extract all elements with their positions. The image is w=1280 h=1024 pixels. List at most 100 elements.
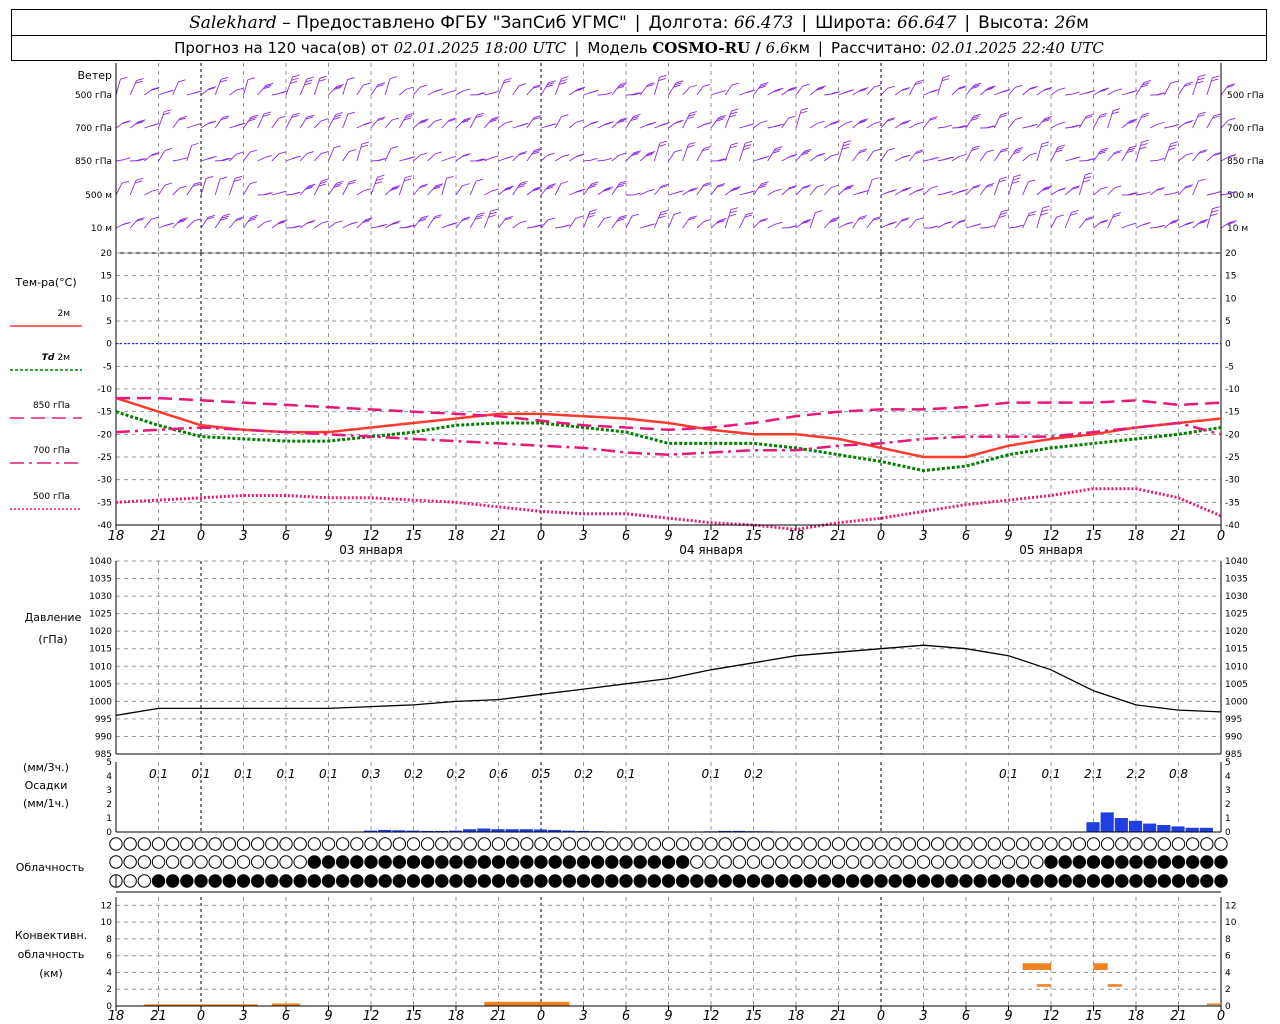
wind-barb-staff bbox=[1192, 76, 1200, 96]
cloud-symbol bbox=[675, 855, 690, 869]
wind-barb-staff bbox=[158, 150, 166, 162]
wind-barb-staff bbox=[909, 123, 917, 129]
wind-barb-staff bbox=[653, 143, 661, 162]
wind-barb-feather bbox=[194, 123, 202, 126]
temp-xtick-label: 18 bbox=[788, 529, 805, 544]
wind-barb-staff bbox=[767, 190, 776, 196]
wind-barb-feather bbox=[1113, 212, 1122, 215]
wind-barb-feather bbox=[942, 75, 951, 79]
wind-barb-feather bbox=[319, 75, 327, 79]
wind-barb-feather bbox=[676, 80, 684, 84]
cloud-symbol bbox=[775, 855, 789, 869]
wind-barb-feather bbox=[633, 192, 641, 196]
wind-barb-staff bbox=[1093, 188, 1101, 196]
wind-barb-feather bbox=[547, 217, 556, 221]
conv-xtick-label: 15 bbox=[1085, 1009, 1102, 1024]
cloud-symbol bbox=[605, 837, 619, 851]
wind-barb-feather bbox=[335, 112, 343, 115]
cloud-symbol bbox=[945, 837, 959, 851]
wind-barb-feather bbox=[446, 175, 454, 179]
wind-barb-feather bbox=[278, 190, 287, 194]
cloud-symbol bbox=[548, 874, 562, 888]
cloud-symbol bbox=[392, 855, 407, 869]
pres-ytick-left: 1040 bbox=[89, 557, 112, 567]
conv-ytick-left: 6 bbox=[106, 952, 112, 962]
cloud-symbol bbox=[392, 874, 407, 888]
wind-barb-feather bbox=[321, 220, 329, 224]
conv-xtick-label: 21 bbox=[830, 1009, 847, 1024]
wind-barb-staff bbox=[186, 125, 195, 129]
precip-3h-value: 0.3 bbox=[361, 767, 380, 781]
temp-ytick-left: 15 bbox=[101, 272, 112, 282]
wind-barb-feather bbox=[518, 123, 526, 127]
prec-ytick-left: 4 bbox=[106, 772, 112, 782]
wind-barb-feather bbox=[180, 157, 188, 161]
cloud-symbol bbox=[817, 855, 832, 869]
wind-barb-staff bbox=[384, 78, 391, 96]
wind-barb-feather bbox=[219, 176, 228, 180]
pres-ytick-right: 1040 bbox=[1225, 557, 1248, 567]
cloud-symbol bbox=[874, 874, 888, 888]
wind-barb-feather bbox=[348, 149, 357, 153]
wind-level-left: 500 м bbox=[85, 191, 112, 201]
wind-barb-staff bbox=[1107, 110, 1114, 129]
conv-ytick-left: 10 bbox=[101, 918, 113, 928]
wind-barb-feather bbox=[858, 190, 866, 194]
wind-barb-staff bbox=[314, 120, 322, 129]
wind-barb-feather bbox=[801, 107, 809, 111]
temp-xtick-label: 15 bbox=[405, 529, 422, 544]
cloud-symbol bbox=[945, 855, 959, 869]
wind-barb-feather bbox=[986, 149, 994, 153]
cloud-symbol bbox=[1185, 837, 1200, 851]
convective-panel-label-2: облачность bbox=[18, 948, 85, 961]
cloud-symbol bbox=[930, 837, 945, 851]
wind-barb-feather bbox=[389, 76, 398, 80]
wind-barb-feather bbox=[306, 151, 314, 155]
wind-barb-staff bbox=[1107, 90, 1116, 96]
cloud-symbol bbox=[1086, 837, 1101, 851]
wind-barb-feather bbox=[292, 112, 300, 116]
temp-ytick-right: -35 bbox=[1225, 498, 1240, 508]
wind-barb-feather bbox=[1100, 112, 1108, 116]
wind-barb-feather bbox=[775, 146, 783, 150]
wind-barb-feather bbox=[604, 157, 613, 161]
wind-barb-feather bbox=[661, 183, 669, 187]
pres-ytick-right: 1025 bbox=[1225, 610, 1248, 620]
wind-barb-feather bbox=[930, 185, 938, 189]
cloud-symbol bbox=[180, 855, 194, 869]
wind-barb-feather bbox=[816, 184, 825, 188]
wind-barb-staff bbox=[1036, 207, 1044, 229]
temp-ytick-left: -30 bbox=[97, 476, 112, 486]
wind-barb-feather bbox=[463, 216, 471, 220]
wind-panel: Ветер 500 гПа 500 гПа 700 гПа 700 гПа 850 гПа… bbox=[75, 63, 1264, 254]
wind-barb-feather bbox=[987, 183, 995, 186]
cloud-symbol bbox=[293, 837, 307, 851]
cloud-symbol bbox=[321, 855, 336, 869]
cloud-symbol bbox=[661, 855, 676, 869]
wind-barb-staff bbox=[611, 154, 620, 162]
wind-barb-feather bbox=[874, 216, 882, 220]
cloud-symbol bbox=[137, 874, 152, 888]
wind-barb-feather bbox=[121, 180, 130, 184]
wind-barb-feather bbox=[361, 141, 370, 145]
wind-barb-feather bbox=[1227, 83, 1236, 87]
precip-bar bbox=[1128, 820, 1143, 832]
wind-barb-feather bbox=[561, 114, 569, 118]
pressure-series-line bbox=[115, 644, 1222, 717]
wind-barb-feather bbox=[562, 154, 570, 158]
wind-barb-feather bbox=[718, 114, 727, 118]
wind-barb-feather bbox=[1140, 143, 1148, 146]
conv-ytick-left: 4 bbox=[106, 968, 112, 978]
cloud-symbol bbox=[704, 874, 718, 888]
wind-barb-feather bbox=[164, 182, 173, 186]
temp-ytick-right: 15 bbox=[1225, 272, 1236, 282]
wind-level-left: 500 гПа bbox=[75, 91, 112, 101]
cloud-symbol bbox=[420, 874, 435, 888]
conv-xtick-label: 9 bbox=[1004, 1009, 1012, 1024]
conv-ytick-right: 10 bbox=[1225, 918, 1237, 928]
wind-barb-feather bbox=[135, 177, 144, 181]
temp-ytick-right: -40 bbox=[1225, 521, 1240, 531]
cloud-symbol bbox=[888, 874, 902, 888]
wind-barb-feather bbox=[745, 212, 754, 216]
wind-barb-feather bbox=[164, 90, 173, 94]
